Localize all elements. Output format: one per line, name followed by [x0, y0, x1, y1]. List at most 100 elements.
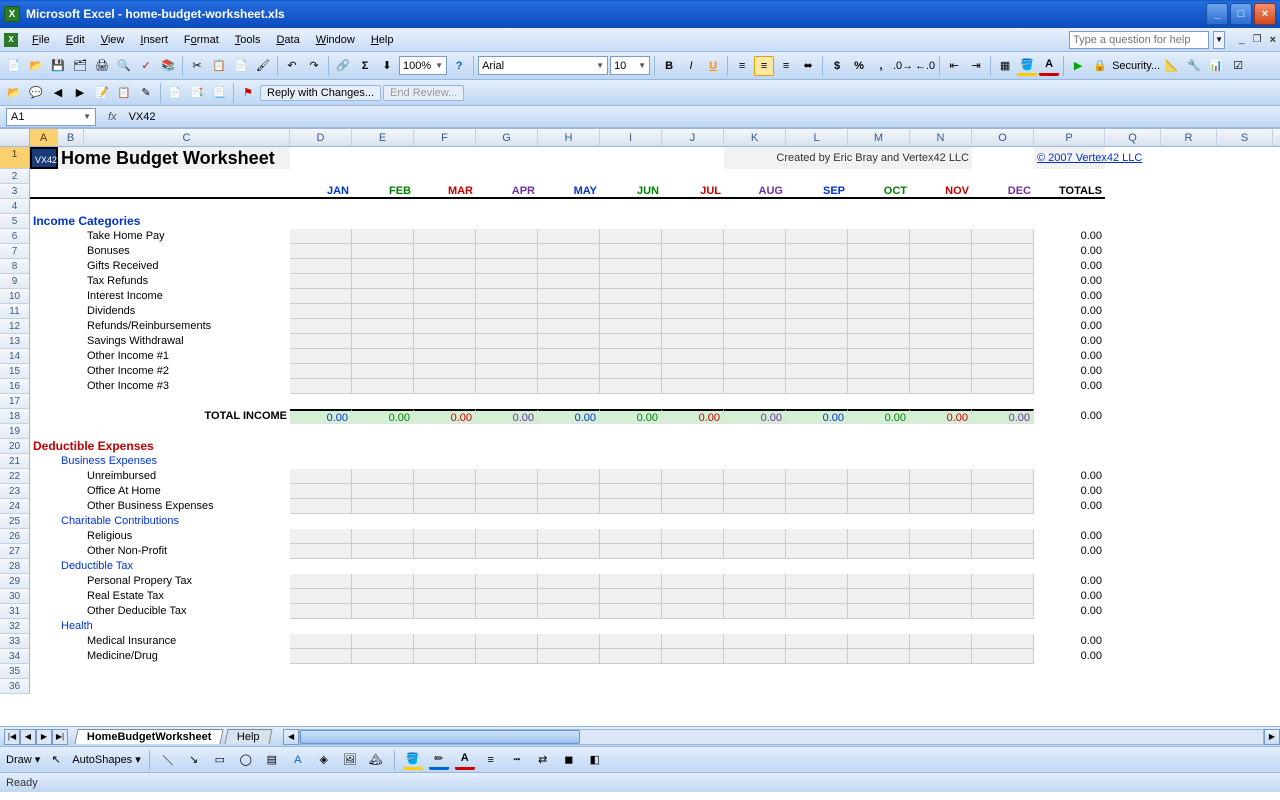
income-item-10[interactable]: Other Income #3	[84, 379, 290, 394]
ink-icon[interactable]: ✎	[136, 83, 156, 103]
row-header-22[interactable]: 22	[0, 469, 30, 484]
row-header-19[interactable]: 19	[0, 424, 30, 439]
row-header-30[interactable]: 30	[0, 589, 30, 604]
total-income-may[interactable]: 0.00	[538, 409, 600, 424]
income-total-3[interactable]: 0.00	[1034, 274, 1105, 289]
totals-header[interactable]: TOTALS	[1034, 184, 1105, 199]
fill-color-icon[interactable]: 🪣	[1017, 56, 1037, 76]
tab-last-button[interactable]: ▶|	[52, 729, 68, 745]
month-header-sep[interactable]: SEP	[786, 184, 848, 199]
col-header-C[interactable]: C	[84, 129, 290, 146]
line-icon[interactable]: ＼	[158, 750, 178, 770]
row-header-28[interactable]: 28	[0, 559, 30, 574]
row-header-34[interactable]: 34	[0, 649, 30, 664]
hyperlink-icon[interactable]: 🔗	[333, 56, 353, 76]
deductible-group-1[interactable]: Charitable Contributions	[58, 514, 290, 529]
cell-I1[interactable]	[600, 147, 662, 169]
row-header-12[interactable]: 12	[0, 319, 30, 334]
col-header-R[interactable]: R	[1161, 129, 1217, 146]
shadow-icon[interactable]: ◼	[559, 750, 579, 770]
font-size-combo[interactable]: 10▼	[610, 56, 650, 75]
clipart-icon[interactable]: 🖼	[340, 750, 360, 770]
total-income-jan[interactable]: 0.00	[290, 409, 352, 424]
income-total-5[interactable]: 0.00	[1034, 304, 1105, 319]
income-total-8[interactable]: 0.00	[1034, 349, 1105, 364]
tab-next-button[interactable]: ▶	[36, 729, 52, 745]
comma-icon[interactable]: ,	[871, 56, 891, 76]
month-header-apr[interactable]: APR	[476, 184, 538, 199]
col-header-A[interactable]: A	[30, 129, 58, 146]
col-header-O[interactable]: O	[972, 129, 1034, 146]
sort-icon[interactable]: ⬇	[377, 56, 397, 76]
worksheet-title[interactable]: Home Budget Worksheet	[58, 147, 290, 169]
row-header-2[interactable]: 2	[0, 169, 30, 184]
income-total-4[interactable]: 0.00	[1034, 289, 1105, 304]
hscroll-left-button[interactable]: ◀	[283, 729, 299, 745]
security-label[interactable]: Security...	[1112, 60, 1160, 72]
undo-icon[interactable]: ↶	[282, 56, 302, 76]
autoshapes-menu[interactable]: AutoShapes ▾	[72, 753, 141, 766]
underline-icon[interactable]: U	[703, 56, 723, 76]
deductible-group-3[interactable]: Health	[58, 619, 290, 634]
line-style-icon[interactable]: ≡	[481, 750, 501, 770]
menu-edit[interactable]: Edit	[58, 31, 93, 49]
security-icon[interactable]: 🔒	[1090, 56, 1110, 76]
sheet-tab-home[interactable]: HomeBudgetWorksheet	[74, 729, 224, 744]
menu-tools[interactable]: Tools	[227, 31, 269, 49]
row-header-20[interactable]: 20	[0, 439, 30, 454]
save-icon[interactable]: 💾	[48, 56, 68, 76]
row-header-17[interactable]: 17	[0, 394, 30, 409]
row-header-16[interactable]: 16	[0, 379, 30, 394]
menu-data[interactable]: Data	[268, 31, 307, 49]
diagram-icon[interactable]: ◈	[314, 750, 334, 770]
dash-style-icon[interactable]: ┅	[507, 750, 527, 770]
cell-G1[interactable]	[476, 147, 538, 169]
show-all-icon[interactable]: 📋	[114, 83, 134, 103]
col-header-E[interactable]: E	[352, 129, 414, 146]
col-header-Q[interactable]: Q	[1105, 129, 1161, 146]
income-total-7[interactable]: 0.00	[1034, 334, 1105, 349]
month-header-nov[interactable]: NOV	[910, 184, 972, 199]
textbox-icon[interactable]: ▤	[262, 750, 282, 770]
preview-icon[interactable]: 🔍	[114, 56, 134, 76]
col-header-B[interactable]: B	[58, 129, 84, 146]
wordart-icon[interactable]: A	[288, 750, 308, 770]
copyright-link[interactable]: © 2007 Vertex42 LLC	[1034, 147, 1105, 169]
month-header-mar[interactable]: MAR	[414, 184, 476, 199]
bold-icon[interactable]: B	[659, 56, 679, 76]
row-header-24[interactable]: 24	[0, 499, 30, 514]
total-income-aug[interactable]: 0.00	[724, 409, 786, 424]
increase-indent-icon[interactable]: ⇥	[966, 56, 986, 76]
row-header-35[interactable]: 35	[0, 664, 30, 679]
font-color-draw-icon[interactable]: A	[455, 750, 475, 770]
row-header-4[interactable]: 4	[0, 199, 30, 214]
currency-icon[interactable]: $	[827, 56, 847, 76]
row-header-6[interactable]: 6	[0, 229, 30, 244]
col-header-K[interactable]: K	[724, 129, 786, 146]
total-income-mar[interactable]: 0.00	[414, 409, 476, 424]
row-header-10[interactable]: 10	[0, 289, 30, 304]
menu-view[interactable]: View	[93, 31, 133, 49]
income-item-0[interactable]: Take Home Pay	[84, 229, 290, 244]
name-box[interactable]: A1▼	[6, 108, 96, 126]
font-name-combo[interactable]: Arial▼	[478, 56, 608, 75]
income-total-6[interactable]: 0.00	[1034, 319, 1105, 334]
cell-J1[interactable]	[662, 147, 724, 169]
tab-first-button[interactable]: |◀	[4, 729, 20, 745]
col-header-G[interactable]: G	[476, 129, 538, 146]
copy-icon[interactable]: 📋	[209, 56, 229, 76]
cell-E1[interactable]	[352, 147, 414, 169]
row-header-21[interactable]: 21	[0, 454, 30, 469]
tools-icon[interactable]: 🔧	[1184, 56, 1204, 76]
month-header-may[interactable]: MAY	[538, 184, 600, 199]
row-header-11[interactable]: 11	[0, 304, 30, 319]
oval-icon[interactable]: ◯	[236, 750, 256, 770]
row-header-15[interactable]: 15	[0, 364, 30, 379]
deductible-item-3-0[interactable]: Medical Insurance	[84, 634, 290, 649]
income-total-2[interactable]: 0.00	[1034, 259, 1105, 274]
cell-D1[interactable]	[290, 147, 352, 169]
total-income-jul[interactable]: 0.00	[662, 409, 724, 424]
income-item-8[interactable]: Other Income #1	[84, 349, 290, 364]
select-objects-icon[interactable]: ↖	[46, 750, 66, 770]
month-header-jul[interactable]: JUL	[662, 184, 724, 199]
